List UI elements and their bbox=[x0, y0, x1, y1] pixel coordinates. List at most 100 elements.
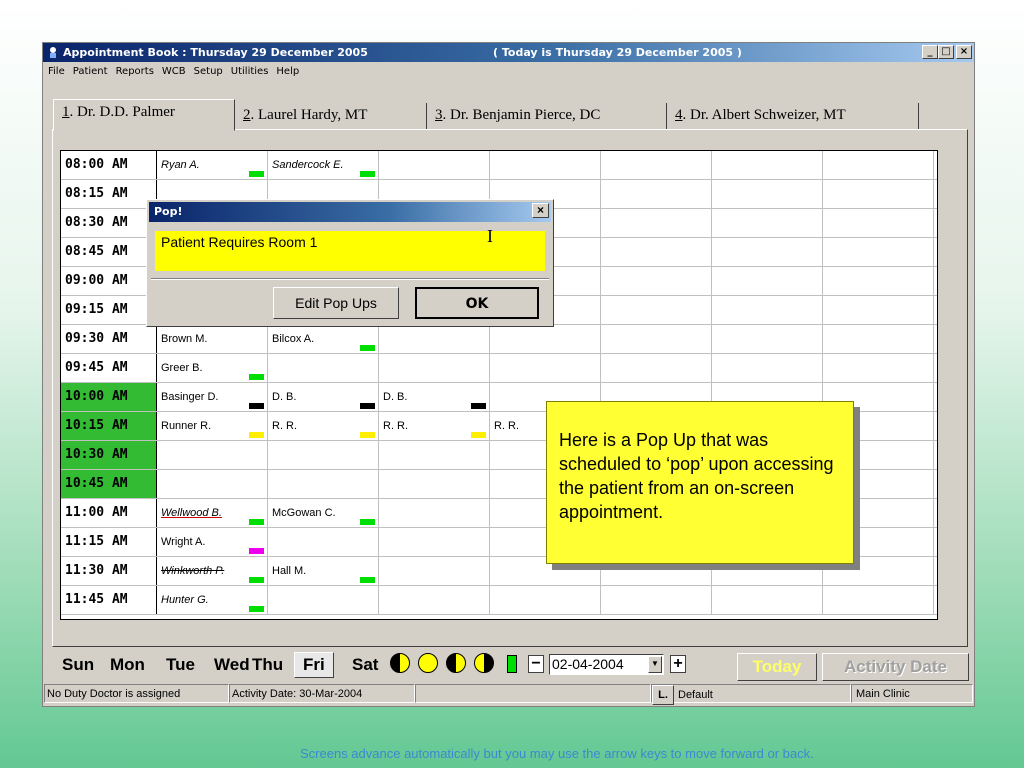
appointment-cell[interactable]: Sandercock E. bbox=[268, 151, 379, 179]
empty-slot[interactable] bbox=[268, 586, 379, 614]
empty-slot[interactable] bbox=[601, 209, 712, 237]
previous-date-button[interactable]: − bbox=[528, 655, 544, 673]
empty-slot[interactable] bbox=[490, 354, 601, 382]
appointment-cell[interactable]: McGowan C. bbox=[268, 499, 379, 527]
l-badge[interactable]: L. bbox=[652, 685, 674, 705]
appointment-cell[interactable]: Runner R. bbox=[157, 412, 268, 440]
day-mon[interactable]: Mon bbox=[110, 653, 145, 677]
edit-pop-ups-button[interactable]: Edit Pop Ups bbox=[273, 287, 399, 319]
empty-slot[interactable] bbox=[823, 296, 934, 324]
tab-dr-pierce[interactable]: 3. Dr. Benjamin Pierce, DC bbox=[427, 103, 667, 129]
empty-slot[interactable] bbox=[268, 470, 379, 498]
day-sat[interactable]: Sat bbox=[352, 653, 378, 677]
day-sun[interactable]: Sun bbox=[62, 653, 94, 677]
empty-slot[interactable] bbox=[823, 325, 934, 353]
maximize-button[interactable]: □ bbox=[938, 45, 954, 59]
menu-patient[interactable]: Patient bbox=[73, 66, 108, 77]
empty-slot[interactable] bbox=[601, 296, 712, 324]
menu-setup[interactable]: Setup bbox=[194, 66, 223, 77]
date-picker[interactable]: 02-04-2004 ▼ bbox=[549, 654, 664, 675]
day-fri[interactable]: Fri bbox=[294, 652, 334, 678]
empty-slot[interactable] bbox=[712, 586, 823, 614]
appointment-cell[interactable]: Hall M. bbox=[268, 557, 379, 585]
empty-slot[interactable] bbox=[712, 354, 823, 382]
empty-slot[interactable] bbox=[379, 441, 490, 469]
next-date-button[interactable]: + bbox=[670, 655, 686, 673]
appointment-cell[interactable]: R. R. bbox=[268, 412, 379, 440]
empty-slot[interactable] bbox=[490, 325, 601, 353]
appointment-cell[interactable]: Brown M. bbox=[157, 325, 268, 353]
chevron-down-icon[interactable]: ▼ bbox=[648, 656, 662, 673]
appointment-cell[interactable]: D. B. bbox=[268, 383, 379, 411]
minimize-button[interactable]: _ bbox=[922, 45, 938, 59]
empty-slot[interactable] bbox=[601, 354, 712, 382]
table-row[interactable]: 09:45 AM Greer B. bbox=[61, 354, 937, 383]
tab-dr-palmer[interactable]: 1. Dr. D.D. Palmer bbox=[53, 99, 235, 131]
popup-close-button[interactable]: × bbox=[532, 203, 549, 218]
menu-wcb[interactable]: WCB bbox=[162, 66, 186, 77]
empty-slot[interactable] bbox=[268, 354, 379, 382]
day-thu[interactable]: Thu bbox=[252, 653, 283, 677]
empty-slot[interactable] bbox=[601, 151, 712, 179]
appointment-cell[interactable]: R. R. bbox=[379, 412, 490, 440]
empty-slot[interactable] bbox=[379, 325, 490, 353]
empty-slot[interactable] bbox=[712, 151, 823, 179]
empty-slot[interactable] bbox=[823, 151, 934, 179]
appointment-cell[interactable]: Basinger D. bbox=[157, 383, 268, 411]
empty-slot[interactable] bbox=[601, 325, 712, 353]
popup-title[interactable]: Pop! bbox=[149, 202, 551, 222]
empty-slot[interactable] bbox=[379, 528, 490, 556]
title-bar[interactable]: Appointment Book : Thursday 29 December … bbox=[43, 43, 974, 62]
appointment-cell[interactable]: Greer B. bbox=[157, 354, 268, 382]
menu-reports[interactable]: Reports bbox=[116, 66, 154, 77]
empty-slot[interactable] bbox=[268, 528, 379, 556]
empty-slot[interactable] bbox=[601, 267, 712, 295]
appointment-cell[interactable]: Wellwood B. bbox=[157, 499, 268, 527]
empty-slot[interactable] bbox=[601, 238, 712, 266]
empty-slot[interactable] bbox=[823, 267, 934, 295]
appointment-cell[interactable]: Wright A. bbox=[157, 528, 268, 556]
empty-slot[interactable] bbox=[490, 586, 601, 614]
empty-slot[interactable] bbox=[712, 296, 823, 324]
empty-slot[interactable] bbox=[490, 151, 601, 179]
empty-slot[interactable] bbox=[823, 238, 934, 266]
appointment-cell[interactable]: Ryan A. bbox=[157, 151, 268, 179]
empty-slot[interactable] bbox=[823, 209, 934, 237]
empty-slot[interactable] bbox=[601, 586, 712, 614]
empty-slot[interactable] bbox=[379, 586, 490, 614]
ok-button[interactable]: OK bbox=[415, 287, 539, 319]
tab-laurel-hardy[interactable]: 2. Laurel Hardy, MT bbox=[235, 103, 427, 129]
appointment-cell[interactable]: Hunter G. bbox=[157, 586, 268, 614]
tab-dr-schweizer[interactable]: 4. Dr. Albert Schweizer, MT bbox=[667, 103, 919, 129]
empty-slot[interactable] bbox=[601, 180, 712, 208]
activity-date-button[interactable]: Activity Date bbox=[822, 653, 969, 681]
empty-slot[interactable] bbox=[157, 441, 268, 469]
table-row[interactable]: 09:30 AM Brown M. Bilcox A. bbox=[61, 325, 937, 354]
menu-utilities[interactable]: Utilities bbox=[231, 66, 269, 77]
day-tue[interactable]: Tue bbox=[166, 653, 195, 677]
empty-slot[interactable] bbox=[712, 325, 823, 353]
empty-slot[interactable] bbox=[712, 209, 823, 237]
menu-help[interactable]: Help bbox=[276, 66, 299, 77]
appointment-cell[interactable]: D. B. bbox=[379, 383, 490, 411]
empty-slot[interactable] bbox=[712, 238, 823, 266]
empty-slot[interactable] bbox=[823, 354, 934, 382]
empty-slot[interactable] bbox=[379, 151, 490, 179]
empty-slot[interactable] bbox=[823, 586, 934, 614]
empty-slot[interactable] bbox=[712, 267, 823, 295]
empty-slot[interactable] bbox=[157, 470, 268, 498]
empty-slot[interactable] bbox=[268, 441, 379, 469]
empty-slot[interactable] bbox=[379, 354, 490, 382]
empty-slot[interactable] bbox=[379, 557, 490, 585]
table-row[interactable]: 08:00 AM Ryan A. Sandercock E. bbox=[61, 151, 937, 180]
today-button[interactable]: Today bbox=[737, 653, 817, 681]
table-row[interactable]: 11:45 AM Hunter G. bbox=[61, 586, 937, 615]
empty-slot[interactable] bbox=[379, 499, 490, 527]
appointment-cell[interactable]: Bilcox A. bbox=[268, 325, 379, 353]
day-wed[interactable]: Wed bbox=[214, 653, 250, 677]
menu-file[interactable]: File bbox=[48, 66, 65, 77]
empty-slot[interactable] bbox=[823, 180, 934, 208]
empty-slot[interactable] bbox=[379, 470, 490, 498]
appointment-cell[interactable]: Winkworth P. bbox=[157, 557, 268, 585]
close-button[interactable]: × bbox=[956, 45, 972, 59]
